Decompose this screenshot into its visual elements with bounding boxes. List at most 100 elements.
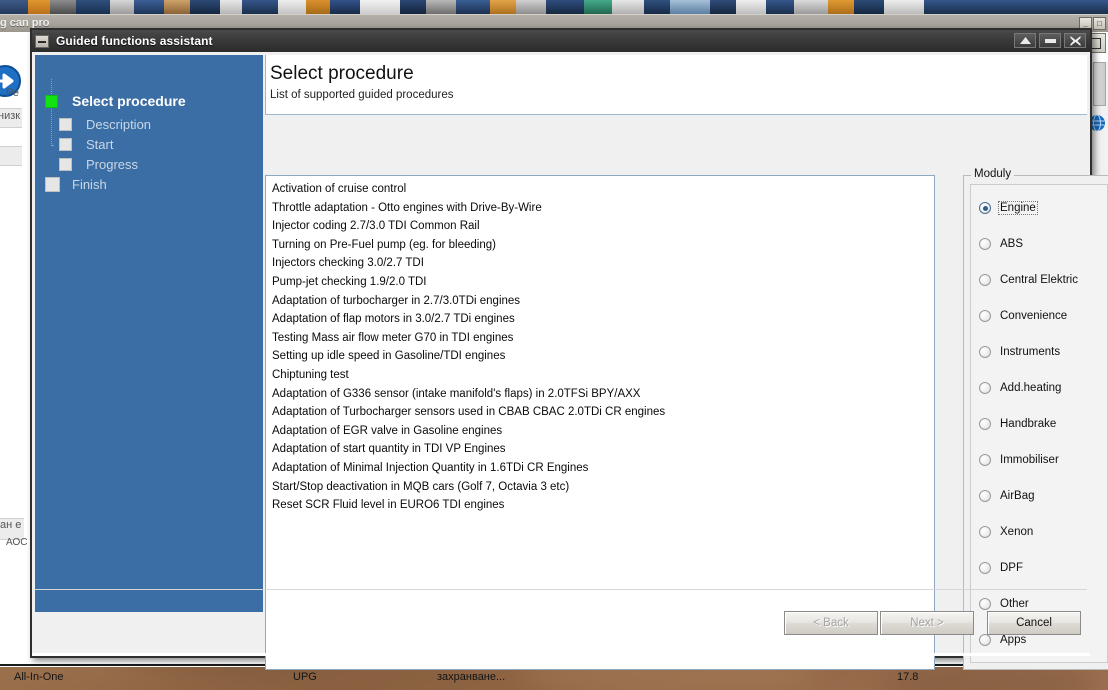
- dialog-titlebar[interactable]: Guided functions assistant: [32, 30, 1090, 52]
- dialog-footer: < Back Next > Cancel: [35, 589, 1087, 652]
- list-item[interactable]: Adaptation of start quantity in TDI VP E…: [270, 440, 934, 459]
- list-item[interactable]: Adaptation of Turbocharger sensors used …: [270, 403, 934, 422]
- list-item[interactable]: Injectors checking 3.0/2.7 TDI: [270, 254, 934, 273]
- back-button[interactable]: < Back: [784, 611, 878, 635]
- radio-button-icon[interactable]: [979, 418, 991, 430]
- taskbar-item-status[interactable]: захранване...: [437, 671, 505, 683]
- minimize-button[interactable]: [1039, 33, 1061, 48]
- step-status-icon: [59, 117, 72, 131]
- radio-immobiliser[interactable]: Immobiliser: [971, 442, 1107, 478]
- bg-side-label-1: Ре: [6, 87, 19, 99]
- dialog-content-area: Activation of cruise control Throttle ad…: [265, 116, 1108, 670]
- module-group-legend: Moduly: [971, 168, 1015, 180]
- taskbar-item-all-in-one[interactable]: All-In-One: [14, 671, 64, 683]
- list-item[interactable]: Pump-jet checking 1.9/2.0 TDI: [270, 273, 934, 292]
- guided-functions-dialog: Guided functions assistant Select proced…: [30, 28, 1108, 670]
- radio-dpf[interactable]: DPF: [971, 550, 1107, 586]
- dialog-window-controls[interactable]: [1014, 33, 1086, 48]
- radio-button-icon[interactable]: [979, 274, 991, 286]
- background-thumbnail-strip: [0, 0, 1108, 14]
- page-title: Select procedure: [270, 63, 414, 84]
- wizard-step-sidebar: Select procedure Description Start Progr…: [35, 55, 263, 612]
- step-status-icon: [59, 157, 72, 171]
- bg-side-label-2: низк: [0, 110, 21, 122]
- list-item[interactable]: Testing Mass air flow meter G70 in TDI e…: [270, 329, 934, 348]
- dialog-title: Guided functions assistant: [56, 34, 213, 48]
- wizard-step-progress[interactable]: Progress: [59, 154, 263, 174]
- radio-button-icon[interactable]: [979, 526, 991, 538]
- radio-label: DPF: [1000, 562, 1023, 574]
- radio-central-elektric[interactable]: Central Elektric: [971, 262, 1107, 298]
- radio-label: Xenon: [1000, 526, 1034, 538]
- step-status-icon: [45, 94, 58, 108]
- list-item[interactable]: Setting up idle speed in Gasoline/TDI en…: [270, 347, 934, 366]
- radio-button-icon[interactable]: [979, 490, 991, 502]
- rollup-button[interactable]: [1014, 33, 1036, 48]
- list-item[interactable]: Chiptuning test: [270, 366, 934, 385]
- maximize-icon[interactable]: □: [1093, 17, 1106, 30]
- list-item[interactable]: Start/Stop deactivation in MQB cars (Gol…: [270, 478, 934, 497]
- list-item[interactable]: Adaptation of turbocharger in 2.7/3.0TDi…: [270, 292, 934, 311]
- radio-button-icon[interactable]: [979, 382, 991, 394]
- dialog-body: Select procedure Description Start Progr…: [32, 52, 1108, 670]
- scrollbar-thumb[interactable]: [1093, 62, 1106, 106]
- taskbar-item-upg[interactable]: UPG: [293, 671, 317, 683]
- list-item[interactable]: Adaptation of EGR valve in Gasoline engi…: [270, 422, 934, 441]
- radio-engine[interactable]: Engine: [971, 190, 1107, 226]
- radio-button-icon[interactable]: [979, 454, 991, 466]
- list-item[interactable]: Injector coding 2.7/3.0 TDI Common Rail: [270, 217, 934, 236]
- radio-xenon[interactable]: Xenon: [971, 514, 1107, 550]
- list-item[interactable]: Activation of cruise control: [270, 180, 934, 199]
- step-status-icon: [45, 176, 60, 192]
- list-item[interactable]: Turning on Pre-Fuel pump (eg. for bleedi…: [270, 236, 934, 255]
- radio-label: Add.heating: [1000, 382, 1062, 394]
- list-item[interactable]: Adaptation of flap motors in 3.0/2.7 TDi…: [270, 310, 934, 329]
- dialog-button-bar: < Back Next > Cancel: [784, 611, 1081, 635]
- radio-label: Instruments: [1000, 346, 1061, 358]
- wizard-step-label: Description: [86, 116, 152, 132]
- radio-handbrake[interactable]: Handbrake: [971, 406, 1107, 442]
- radio-label: Convenience: [1000, 310, 1068, 322]
- radio-convenience[interactable]: Convenience: [971, 298, 1107, 334]
- dialog-header-pane: Select procedure List of supported guide…: [265, 55, 1087, 115]
- wizard-step-description[interactable]: Description: [59, 114, 263, 134]
- radio-button-icon[interactable]: [979, 310, 991, 322]
- list-item[interactable]: Reset SCR Fluid level in EURO6 TDI engin…: [270, 496, 934, 515]
- radio-add-heating[interactable]: Add.heating: [971, 370, 1107, 406]
- wizard-connector-line: [51, 79, 53, 146]
- radio-label: ABS: [1000, 238, 1024, 250]
- wizard-step-label: Select procedure: [72, 93, 186, 109]
- bg-grey-band-2: [0, 146, 22, 166]
- wizard-step-label: Progress: [86, 156, 139, 172]
- cancel-button[interactable]: Cancel: [987, 611, 1081, 635]
- screen: g can pro _ □ Ре низк ан е АОС All-In-On…: [0, 0, 1108, 690]
- next-button[interactable]: Next >: [880, 611, 974, 635]
- list-item[interactable]: Adaptation of G336 sensor (intake manifo…: [270, 385, 934, 404]
- list-item[interactable]: Throttle adaptation - Otto engines with …: [270, 199, 934, 218]
- radio-airbag[interactable]: AirBag: [971, 478, 1107, 514]
- radio-label: Central Elektric: [1000, 274, 1078, 286]
- wizard-step-label: Finish: [72, 176, 107, 192]
- step-status-icon: [59, 137, 72, 151]
- radio-abs[interactable]: ABS: [971, 226, 1107, 262]
- dialog-bottom-edge: [32, 653, 1090, 656]
- bg-side-label-4: АОС: [6, 537, 28, 548]
- radio-label: AirBag: [1000, 490, 1035, 502]
- wizard-step-start[interactable]: Start: [59, 134, 263, 154]
- radio-button-icon[interactable]: [979, 562, 991, 574]
- page-subtitle: List of supported guided procedures: [270, 89, 454, 101]
- wizard-step-label: Start: [86, 136, 114, 152]
- wizard-step-select-procedure[interactable]: Select procedure: [45, 91, 263, 111]
- taskbar-item-voltage: 17.8: [897, 671, 919, 683]
- wizard-step-finish[interactable]: Finish: [45, 174, 263, 194]
- radio-button-icon[interactable]: [979, 202, 991, 214]
- radio-button-icon[interactable]: [979, 238, 991, 250]
- bg-side-label-3: ан е: [0, 519, 22, 531]
- radio-instruments[interactable]: Instruments: [971, 334, 1107, 370]
- radio-button-icon[interactable]: [979, 346, 991, 358]
- close-button[interactable]: [1064, 33, 1086, 48]
- radio-label: Engine: [998, 201, 1038, 215]
- radio-label: Handbrake: [1000, 418, 1057, 430]
- list-item[interactable]: Adaptation of Minimal Injection Quantity…: [270, 459, 934, 478]
- radio-label: Immobiliser: [1000, 454, 1059, 466]
